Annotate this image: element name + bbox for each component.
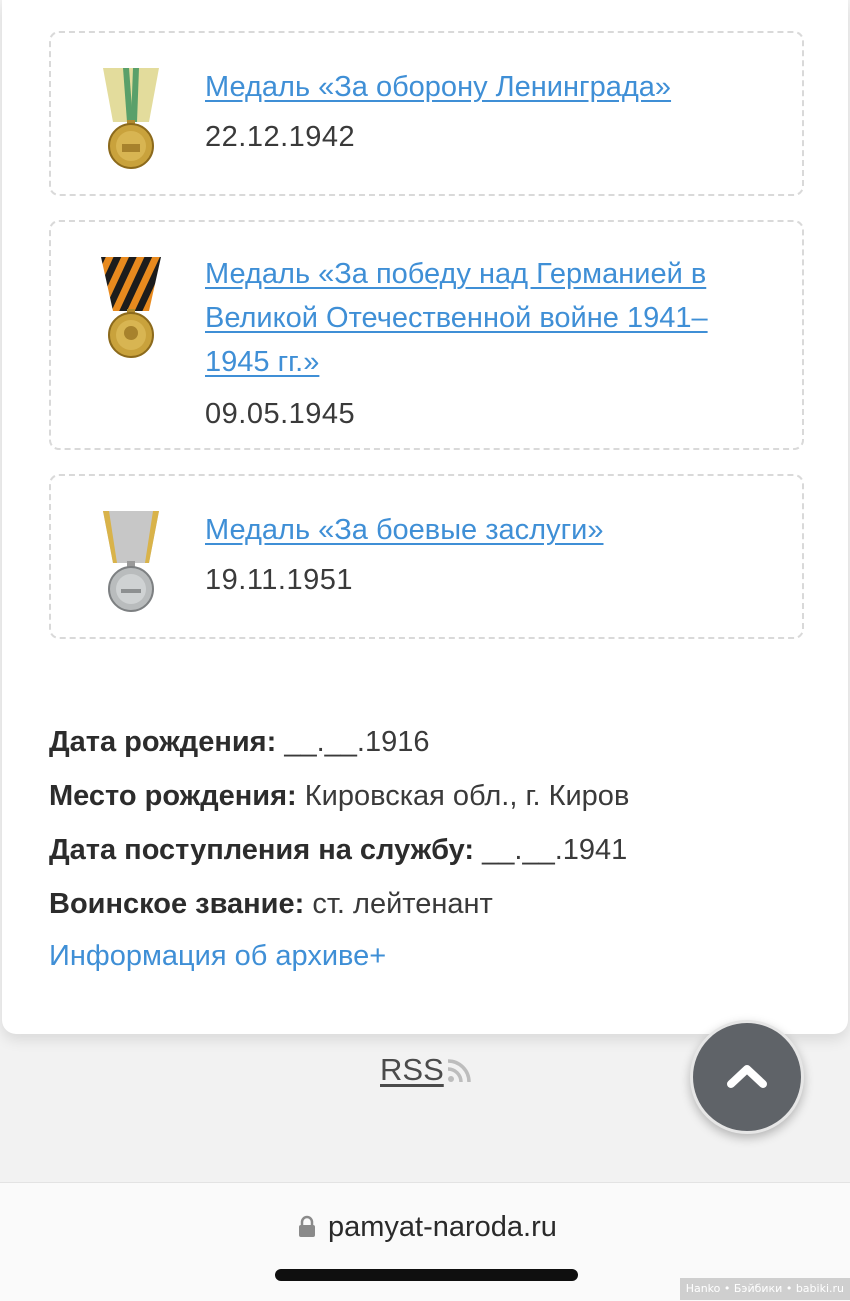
award-title-link[interactable]: Медаль «За оборону Ленинграда» [205, 65, 765, 109]
url-text[interactable]: pamyat-naroda.ru [328, 1211, 557, 1244]
chevron-up-icon [727, 1065, 767, 1088]
rank-row: Воинское звание: ст. лейтенант [49, 888, 493, 921]
lock-icon [299, 1215, 315, 1237]
rank-label: Воинское звание: [49, 888, 305, 920]
birth-place-value: Кировская обл., г. Киров [304, 780, 630, 812]
award-card: Медаль «За оборону Ленинграда» 22.12.194… [49, 31, 804, 196]
rss-link[interactable]: RSS [380, 1052, 444, 1088]
birth-place-row: Место рождения: Кировская обл., г. Киров [49, 780, 629, 813]
rss-icon [447, 1059, 471, 1083]
birth-date-label: Дата рождения: [49, 726, 277, 758]
award-title-link[interactable]: Медаль «За боевые заслуги» [205, 508, 765, 552]
service-date-label: Дата поступления на службу: [49, 834, 475, 866]
victory-over-germany-medal-icon [101, 257, 161, 358]
birth-date-row: Дата рождения: __.__.1916 [49, 726, 429, 759]
leningrad-defense-medal-icon [103, 68, 159, 169]
award-date: 19.11.1951 [205, 564, 353, 596]
service-date-row: Дата поступления на службу: __.__.1941 [49, 834, 627, 867]
scroll-to-top-button[interactable] [690, 1020, 804, 1134]
birth-place-label: Место рождения: [49, 780, 297, 812]
service-date-value: __.__.1941 [482, 834, 628, 866]
award-title-link[interactable]: Медаль «За победу над Германией в Велико… [205, 252, 765, 384]
watermark: Hanko • Бэйбики • babiki.ru [679, 1278, 850, 1300]
archive-info-link[interactable]: Информация об архиве+ [49, 940, 386, 973]
home-indicator[interactable] [275, 1269, 578, 1281]
content-card: Медаль «За оборону Ленинграда» 22.12.194… [2, 0, 848, 1034]
award-date: 22.12.1942 [205, 121, 356, 153]
award-card: Медаль «За боевые заслуги» 19.11.1951 [49, 474, 804, 639]
rank-value: ст. лейтенант [312, 888, 493, 920]
birth-date-value: __.__.1916 [284, 726, 430, 758]
combat-merit-medal-icon [103, 511, 159, 612]
award-date: 09.05.1945 [205, 398, 356, 430]
award-card: Медаль «За победу над Германией в Велико… [49, 220, 804, 450]
